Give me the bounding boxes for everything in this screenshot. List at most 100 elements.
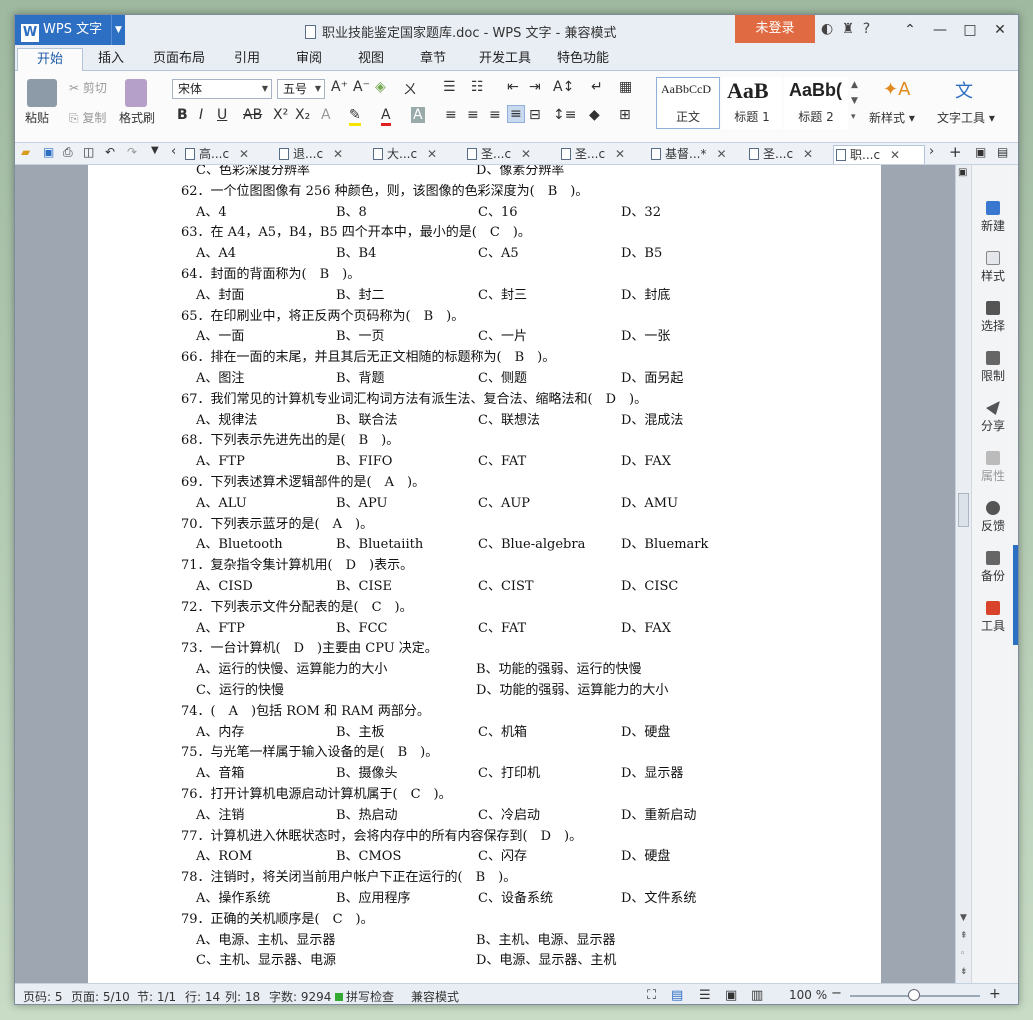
zoom-out-icon[interactable]: −: [831, 986, 842, 1001]
pinyin-icon[interactable]: ㄨ: [403, 79, 417, 99]
print-preview-icon[interactable]: ◫: [83, 145, 94, 159]
tabs-right-icon[interactable]: ›: [929, 144, 934, 159]
view-outline-icon[interactable]: ☰: [699, 988, 711, 1003]
open-icon[interactable]: ▰: [21, 145, 30, 159]
tab-home[interactable]: 开始: [17, 48, 83, 71]
tabs-left-icon[interactable]: ‹: [171, 144, 176, 159]
print-icon[interactable]: ⎙: [63, 145, 73, 160]
view-web-icon[interactable]: ▣: [725, 988, 737, 1003]
panel-tools[interactable]: 工具: [972, 601, 1014, 634]
new-style-icon[interactable]: ✦A: [883, 79, 910, 100]
styles-scroll-icon[interactable]: ▲ ▼ ▾: [851, 77, 858, 125]
tab-developer[interactable]: 开发工具: [473, 48, 537, 71]
spell-check-toggle[interactable]: 拼写检查: [335, 988, 394, 1004]
panel-restrict[interactable]: 限制: [972, 351, 1014, 384]
close-tab-icon[interactable]: ✕: [239, 147, 249, 161]
align-center-icon[interactable]: ≡: [467, 107, 479, 123]
zoom-level[interactable]: 100 %: [789, 988, 827, 1002]
app-menu-button[interactable]: W WPS 文字 ▼: [15, 15, 125, 45]
collapse-ribbon-icon[interactable]: ⌃: [895, 15, 925, 45]
doc-tab[interactable]: 退...c ✕: [277, 145, 367, 164]
view-page-icon[interactable]: ▤: [671, 988, 683, 1003]
document-page[interactable]: C、色彩深度分辨率 D、像素分辨率 62．一个位图图像有 256 种颜色，则，该图像…: [88, 165, 881, 983]
scroll-thumb[interactable]: [958, 493, 969, 527]
panel-backup[interactable]: 备份: [972, 551, 1014, 584]
clear-format-icon[interactable]: ◈: [375, 79, 386, 95]
grow-font-icon[interactable]: A⁺: [331, 79, 348, 95]
highlight-icon[interactable]: ✎: [349, 107, 361, 126]
justify-icon[interactable]: ≡: [507, 105, 525, 123]
view-read-icon[interactable]: ▥: [751, 988, 763, 1003]
tab-insert[interactable]: 插入: [91, 48, 131, 71]
close-tab-icon[interactable]: ✕: [521, 147, 531, 161]
style-normal[interactable]: AaBbCcD 正文: [656, 77, 720, 129]
font-color-icon[interactable]: A: [381, 107, 391, 126]
borders-icon[interactable]: ⊞: [619, 107, 631, 123]
customize-icon[interactable]: ▼: [151, 145, 159, 156]
panel-select[interactable]: 选择: [972, 301, 1014, 334]
tab-page-layout[interactable]: 页面布局: [147, 48, 211, 71]
doc-tab[interactable]: 基督...* ✕: [649, 145, 745, 164]
style-heading1[interactable]: AaB 标题 1: [722, 77, 782, 129]
decrease-indent-icon[interactable]: ⇤: [507, 79, 519, 95]
doc-tab[interactable]: 圣...c ✕: [747, 145, 833, 164]
doc-tab[interactable]: 圣...c ✕: [465, 145, 555, 164]
scroll-buttons[interactable]: ▼ ⇞ ◦ ⇟: [960, 909, 968, 981]
panel-styles[interactable]: 样式: [972, 251, 1014, 284]
increase-indent-icon[interactable]: ⇥: [529, 79, 541, 95]
line-spacing-icon[interactable]: ↕≡: [553, 107, 576, 123]
copy-button[interactable]: ⎘ 复制: [69, 109, 106, 126]
maximize-button[interactable]: □: [955, 15, 985, 45]
tab-view[interactable]: 视图: [351, 48, 391, 71]
tab-review[interactable]: 审阅: [289, 48, 329, 71]
panel-properties[interactable]: 属性: [972, 451, 1014, 484]
tab-references[interactable]: 引用: [227, 48, 267, 71]
zoom-slider-knob[interactable]: [908, 989, 920, 1001]
fill-color-icon[interactable]: ◆: [589, 107, 600, 123]
panel-collapse-handle[interactable]: [1013, 545, 1018, 645]
style-heading2[interactable]: AaBb( 标题 2: [784, 77, 848, 129]
italic-icon[interactable]: I: [199, 107, 203, 123]
strikethrough-icon[interactable]: AB: [243, 107, 262, 123]
tab-sections[interactable]: 章节: [413, 48, 453, 71]
minimize-button[interactable]: —: [925, 15, 955, 45]
format-painter-icon[interactable]: [125, 79, 147, 107]
char-shading-icon[interactable]: A: [411, 107, 425, 123]
close-tab-icon[interactable]: ✕: [890, 148, 900, 162]
close-tab-icon[interactable]: ✕: [716, 147, 726, 161]
paste-icon[interactable]: [27, 79, 57, 107]
underline-icon[interactable]: U: [217, 107, 227, 123]
bullets-icon[interactable]: ☰: [443, 79, 456, 95]
panel-share[interactable]: 分享: [972, 401, 1014, 434]
panel-new[interactable]: 新建: [972, 201, 1014, 234]
help-icon[interactable]: ?: [863, 21, 872, 37]
scroll-top-icon[interactable]: ▣: [958, 167, 967, 178]
subscript-icon[interactable]: X₂: [295, 107, 310, 123]
close-tab-icon[interactable]: ✕: [803, 147, 813, 161]
chevron-down-icon[interactable]: ▼: [111, 15, 125, 45]
close-button[interactable]: ✕: [985, 15, 1015, 45]
font-name-select[interactable]: 宋体 ▼: [172, 79, 272, 99]
numbering-icon[interactable]: ☷: [471, 79, 484, 95]
paste-button[interactable]: 粘贴: [25, 109, 49, 126]
show-marks-icon[interactable]: ↵: [591, 79, 603, 95]
align-left-icon[interactable]: ≡: [445, 107, 457, 123]
save-icon[interactable]: ▣: [43, 145, 54, 159]
text-tools-icon[interactable]: 文: [955, 77, 973, 103]
format-painter-button[interactable]: 格式刷: [119, 109, 155, 126]
tab-features[interactable]: 特色功能: [551, 48, 615, 71]
text-tools-button[interactable]: 文字工具 ▾: [937, 109, 995, 126]
close-tab-icon[interactable]: ✕: [427, 147, 437, 161]
doc-tab[interactable]: 圣...c ✕: [559, 145, 649, 164]
doc-tab[interactable]: 高...c ✕: [183, 145, 273, 164]
login-button[interactable]: 未登录: [735, 15, 815, 43]
tab-list-icon[interactable]: ▣: [975, 145, 986, 159]
distribute-icon[interactable]: ⊟: [529, 107, 541, 123]
undo-icon[interactable]: ↶: [105, 145, 115, 159]
new-tab-icon[interactable]: +: [949, 143, 962, 161]
table-icon[interactable]: ▦: [619, 79, 632, 95]
view-full-icon[interactable]: ⛶: [647, 988, 656, 1003]
font-size-select[interactable]: 五号 ▼: [277, 79, 325, 99]
text-effect-icon[interactable]: A: [321, 107, 331, 123]
close-tab-icon[interactable]: ✕: [615, 147, 625, 161]
